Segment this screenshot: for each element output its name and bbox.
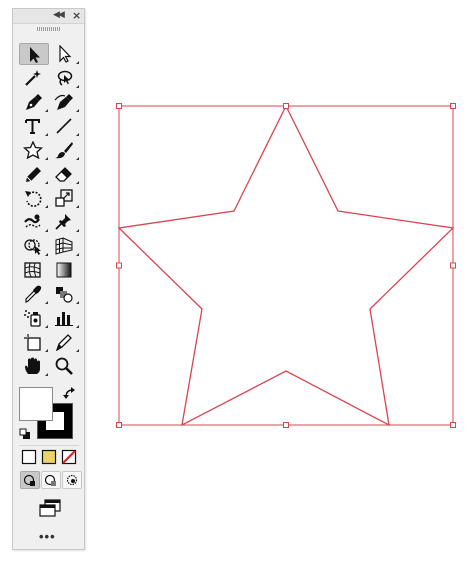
handle-top-center[interactable] — [283, 103, 289, 109]
handle-bottom-center[interactable] — [283, 422, 289, 428]
fill-color-swatch[interactable] — [19, 387, 53, 421]
handle-bottom-right[interactable] — [450, 422, 456, 428]
handle-middle-left[interactable] — [116, 262, 122, 269]
star-shape[interactable] — [117, 104, 455, 427]
handle-bottom-left[interactable] — [116, 422, 122, 428]
star-path[interactable] — [117, 104, 455, 427]
handle-middle-right[interactable] — [450, 262, 456, 269]
selection-bounding-box[interactable] — [116, 103, 456, 428]
bounding-box-frame — [118, 105, 454, 426]
handle-top-right[interactable] — [450, 103, 456, 109]
handle-top-left[interactable] — [116, 103, 122, 109]
canvas[interactable] — [0, 0, 475, 565]
